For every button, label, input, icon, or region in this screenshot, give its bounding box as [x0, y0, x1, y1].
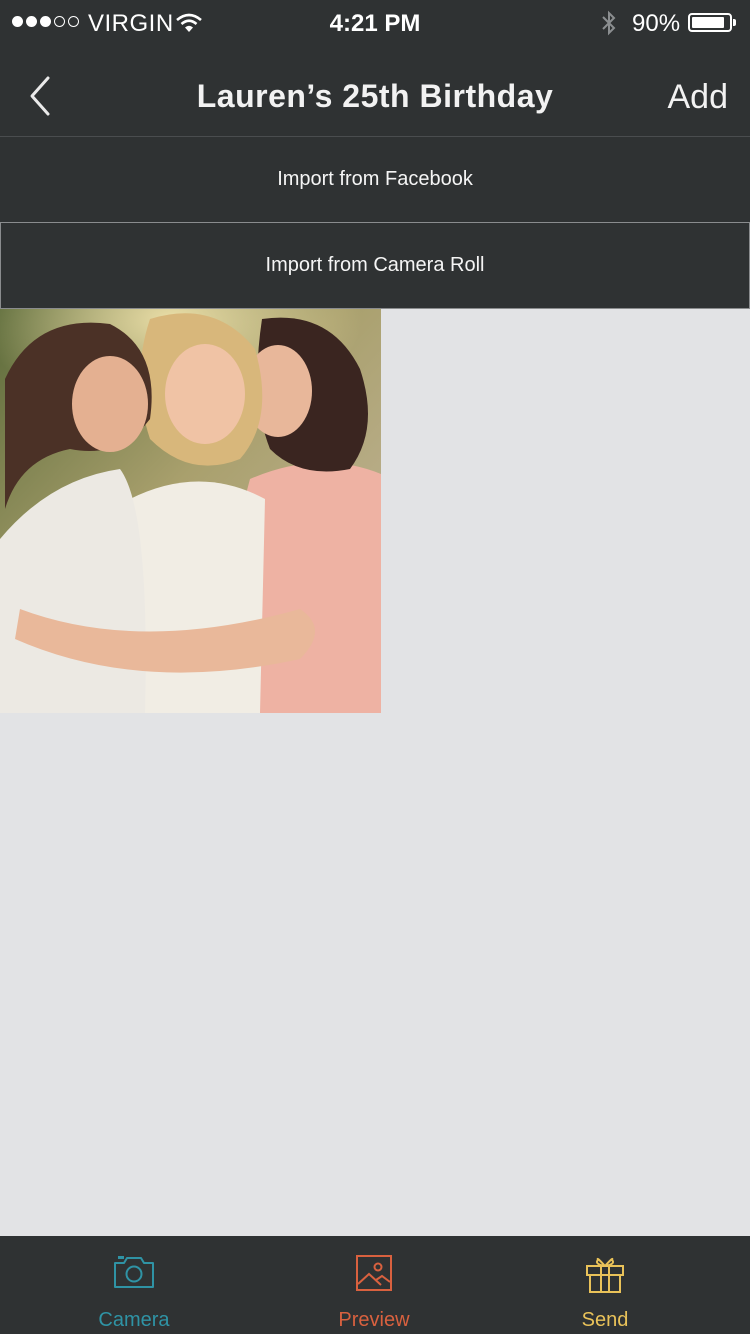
status-bar: VIRGIN 4:21 PM 90% — [0, 0, 750, 46]
photo-thumbnail[interactable] — [0, 309, 381, 713]
tab-bar: Camera Preview Send — [0, 1236, 750, 1334]
import-camera-roll-label: Import from Camera Roll — [265, 254, 485, 276]
battery-percent: 90% — [632, 10, 681, 37]
bluetooth-icon — [600, 10, 618, 43]
battery-tip — [733, 19, 736, 26]
image-icon — [354, 1254, 394, 1297]
photo-image — [0, 309, 381, 713]
camera-icon — [112, 1254, 156, 1295]
back-button[interactable] — [24, 74, 56, 118]
import-facebook-label: Import from Facebook — [277, 168, 473, 190]
top-bar: VIRGIN 4:21 PM 90% Lauren’s 25th Birthda… — [0, 0, 750, 137]
import-camera-roll-button[interactable]: Import from Camera Roll — [0, 222, 750, 309]
battery-level — [692, 17, 725, 28]
tab-camera[interactable]: Camera — [59, 1236, 209, 1334]
tab-camera-label: Camera — [98, 1309, 170, 1331]
tab-preview-label: Preview — [338, 1309, 410, 1331]
import-facebook-button[interactable]: Import from Facebook — [0, 137, 750, 222]
tab-preview[interactable]: Preview — [299, 1236, 449, 1334]
add-button[interactable]: Add — [668, 78, 729, 117]
tab-send-label: Send — [581, 1309, 629, 1331]
gift-icon — [584, 1254, 626, 1299]
tab-send[interactable]: Send — [530, 1236, 680, 1334]
chevron-left-icon — [30, 76, 50, 116]
battery-icon — [688, 13, 732, 32]
page-title: Lauren’s 25th Birthday — [196, 78, 554, 114]
